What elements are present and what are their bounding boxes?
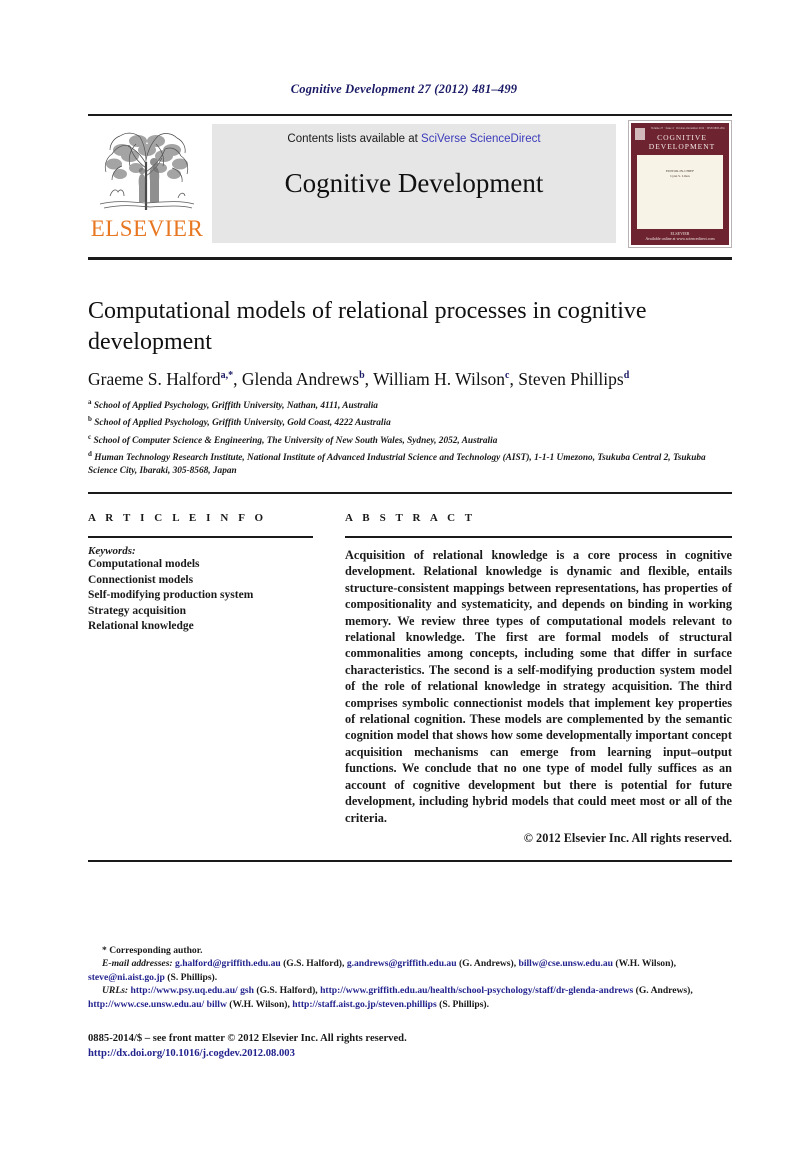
contents-lists-prefix: Contents lists available at (287, 133, 422, 145)
sciencedirect-link[interactable]: SciVerse ScienceDirect (421, 133, 541, 145)
article-info-heading: A R T I C L E I N F O (88, 512, 267, 524)
cover-editor-name: Lynn S. Liben (670, 174, 690, 178)
journal-title-band: Contents lists available at SciVerse Sci… (212, 124, 616, 243)
url-link[interactable]: http://www.griffith.edu.au/health/school… (320, 985, 633, 996)
author-name: Graeme S. Halford (88, 369, 221, 389)
email-link[interactable]: g.andrews@griffith.edu.au (347, 958, 457, 969)
affiliation-mark: a (88, 398, 92, 406)
keywords-label: Keywords: (88, 545, 136, 557)
author-marks: b (359, 370, 365, 382)
running-head: Cognitive Development 27 (2012) 481–499 (290, 82, 518, 96)
footnote-block: * Corresponding author. E-mail addresses… (88, 944, 732, 1011)
cover-editor-block: EDITOR-IN-CHIEF Lynn S. Liben (637, 169, 723, 179)
affiliation-mark: b (88, 415, 92, 424)
doi-link[interactable]: http://dx.doi.org/10.1016/j.cogdev.2012.… (88, 1047, 732, 1062)
email-addresses-line: E-mail addresses: g.halford@griffith.edu… (88, 958, 677, 983)
elsevier-wordmark: ELSEVIER (90, 216, 204, 241)
urls-line: URLs: http://www.psy.uq.edu.au/ gsh (G.S… (88, 985, 693, 1010)
cover-footer: ELSEVIER Available online at www.science… (631, 231, 729, 241)
email-person: (S. Phillips) (167, 971, 215, 983)
affiliation-item: c School of Computer Science & Engineeri… (88, 431, 732, 448)
email-person: (G. Andrews) (458, 958, 514, 970)
email-person: (W.H. Wilson) (615, 958, 674, 970)
affiliation-item: b School of Applied Psychology, Griffith… (88, 413, 732, 430)
author-marks: c (505, 370, 510, 382)
author-marks: a,* (220, 370, 234, 382)
abstract-text: Acquisition of relational knowledge is a… (345, 548, 732, 825)
keyword-item: Strategy acquisition (88, 604, 187, 617)
affiliation-item: d Human Technology Research Institute, N… (88, 448, 732, 479)
affiliation-text: Human Technology Research Institute, Nat… (88, 452, 706, 477)
url-person: (W.H. Wilson) (229, 998, 288, 1010)
abstract-column: A B S T R A C T Acquisition of relationa… (345, 512, 732, 846)
author-name: William H. Wilson (373, 369, 506, 389)
author-name: Steven Phillips (518, 369, 624, 389)
url-person: (G. Andrews) (635, 985, 691, 997)
affiliation-text: School of Computer Science & Engineering… (93, 435, 498, 446)
url-person: (S. Phillips) (439, 998, 487, 1010)
article-info-subrule (88, 536, 313, 538)
page-title: Computational models of relational proce… (88, 298, 647, 355)
email-person: (G.S. Halford) (283, 958, 343, 970)
affiliation-text: School of Applied Psychology, Griffith U… (93, 401, 378, 412)
cover-panel: EDITOR-IN-CHIEF Lynn S. Liben (637, 155, 723, 229)
url-link[interactable]: http://staff.aist.go.jp/steven.phillips (292, 999, 436, 1010)
corresponding-author-note: * Corresponding author. (102, 945, 203, 956)
email-link[interactable]: g.halford@griffith.edu.au (175, 958, 281, 969)
copyright-line: © 2012 Elsevier Inc. All rights reserved… (523, 830, 732, 845)
cover-issue-meta: Volume 27 · Issue 4 · October–December 2… (651, 127, 725, 130)
affiliation-mark: c (88, 432, 92, 441)
journal-article-page: Cognitive Development 27 (2012) 481–499 (0, 0, 808, 1162)
affiliation-text: School of Applied Psychology, Griffith U… (94, 418, 391, 429)
author-marks: d (623, 370, 630, 382)
url-link[interactable]: http://www.psy.uq.edu.au/ gsh (131, 985, 254, 996)
affiliation-list: a School of Applied Psychology, Griffith… (88, 396, 732, 478)
email-addresses-label: E-mail addresses: (102, 958, 173, 970)
url-link[interactable]: http://www.cse.unsw.edu.au/ billw (88, 999, 227, 1010)
journal-cover-thumbnail: Volume 27 · Issue 4 · October–December 2… (628, 120, 732, 248)
author-name: Glenda Andrews (241, 369, 360, 389)
abstract-heading: A B S T R A C T (345, 512, 476, 524)
article-info-column: A R T I C L E I N F O Keywords: Computat… (88, 512, 313, 635)
author-list: Graeme S. Halforda,*, Glenda Andrewsb, W… (88, 369, 630, 389)
cover-editor-label: EDITOR-IN-CHIEF (665, 169, 694, 173)
front-matter-line: 0885-2014/$ – see front matter © 2012 El… (88, 1033, 407, 1044)
journal-name: Cognitive Development (284, 168, 544, 198)
abstract-subrule (345, 536, 732, 538)
cover-background: Volume 27 · Issue 4 · October–December 2… (631, 123, 729, 245)
email-link[interactable]: steve@ni.aist.go.jp (88, 972, 165, 983)
keyword-item: Computational models (88, 558, 200, 570)
cover-title-line1: COGNITIVE (657, 133, 707, 142)
article-info-top-rule (88, 492, 732, 494)
masthead-top-rule (88, 114, 732, 116)
cover-journal-title: COGNITIVE DEVELOPMENT (643, 133, 721, 151)
journal-masthead: ELSEVIER Contents lists available at Sci… (88, 120, 732, 248)
elsevier-logo: ELSEVIER (88, 124, 206, 248)
affiliation-mark: d (88, 449, 92, 458)
elsevier-tree-icon (99, 132, 195, 210)
cover-title-line2: DEVELOPMENT (648, 142, 716, 151)
cover-footer-note: Available online at www.sciencedirect.co… (645, 236, 715, 241)
abstract-bottom-rule (88, 860, 732, 862)
url-person: (G.S. Halford) (256, 985, 316, 997)
affiliation-item: a School of Applied Psychology, Griffith… (88, 396, 732, 413)
keyword-item: Relational knowledge (88, 620, 194, 632)
keyword-item: Self-modifying production system (88, 589, 254, 601)
urls-label: URLs: (102, 985, 129, 997)
imprint-block: 0885-2014/$ – see front matter © 2012 El… (88, 1032, 732, 1061)
email-link[interactable]: billw@cse.unsw.edu.au (519, 958, 614, 969)
masthead-bottom-rule (88, 257, 732, 260)
keyword-item: Connectionist models (88, 573, 194, 586)
contents-lists-line: Contents lists available at SciVerse Sci… (212, 133, 616, 145)
